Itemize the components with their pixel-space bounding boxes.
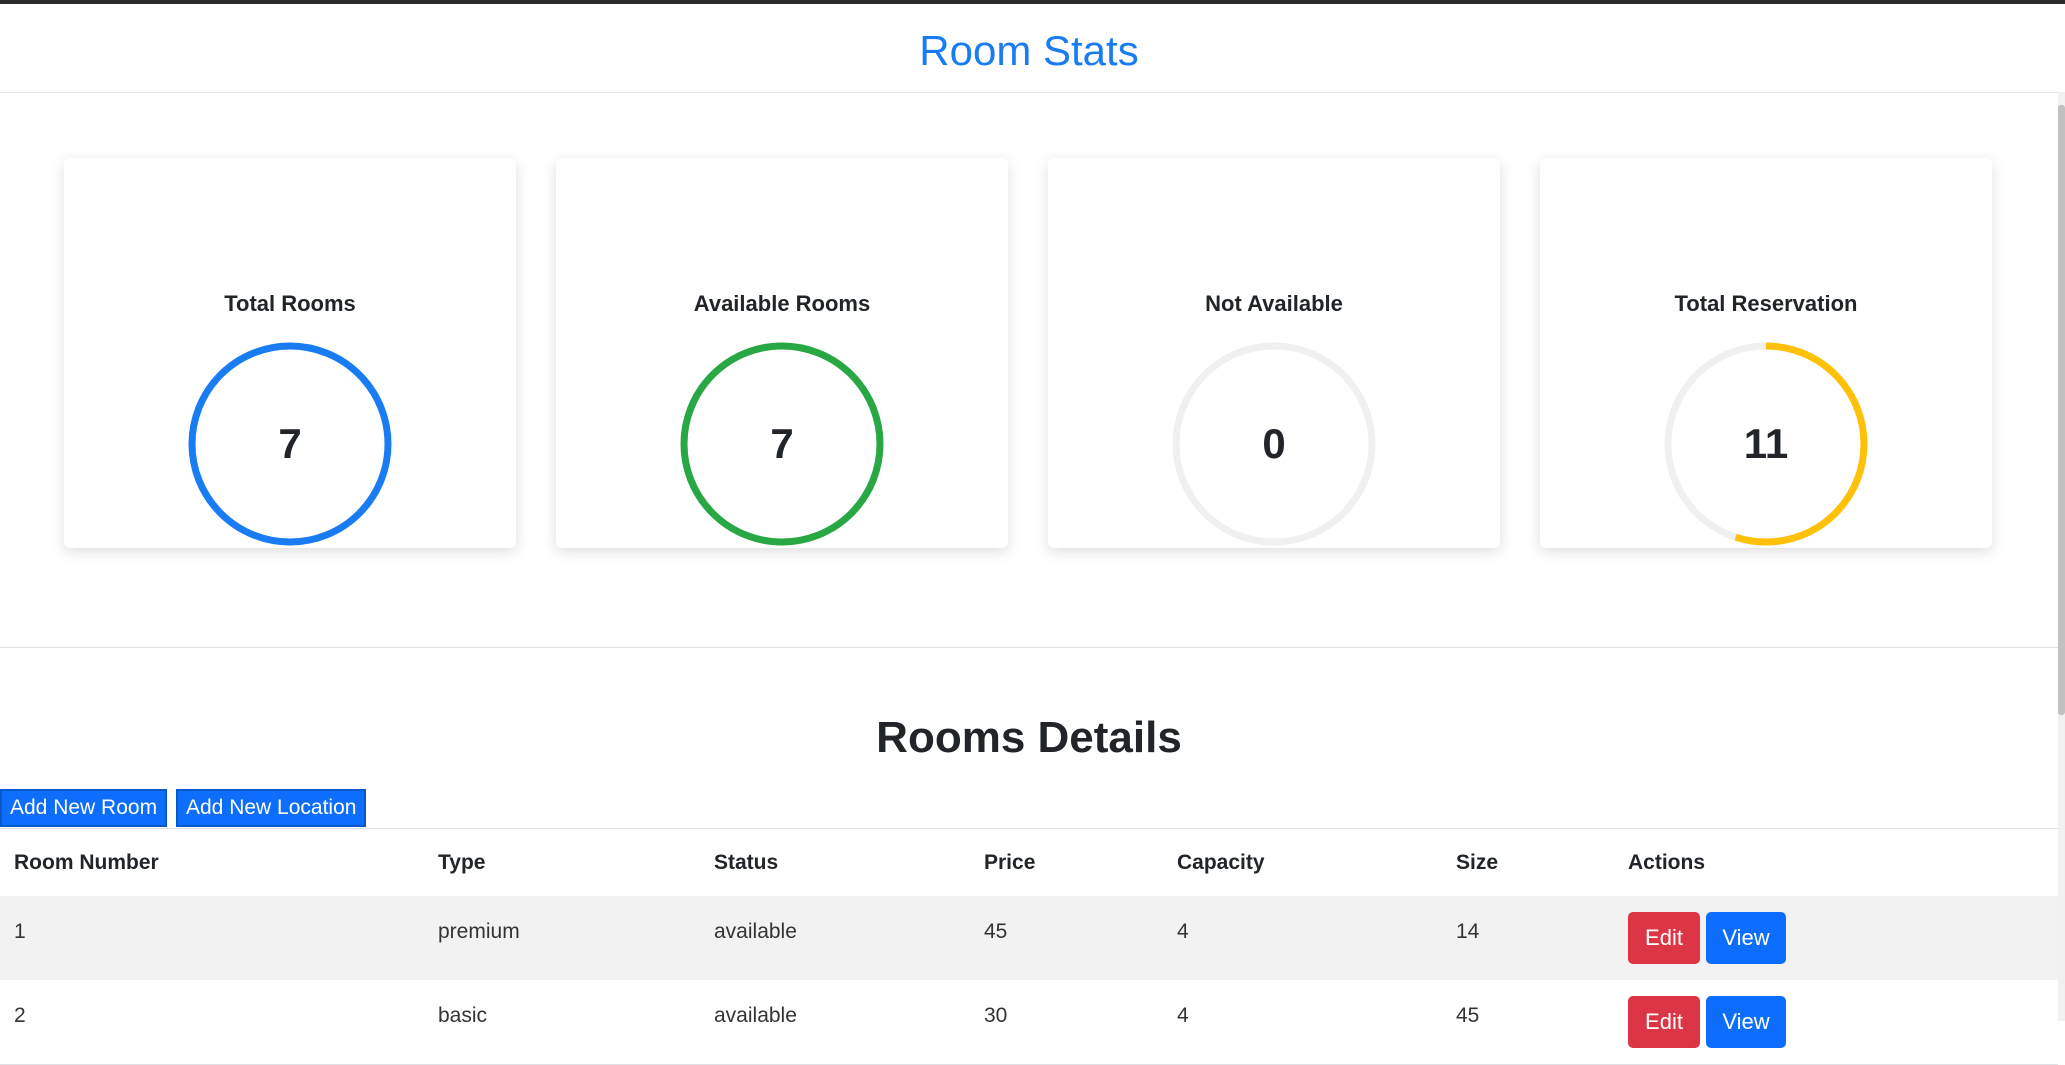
stat-gauge-total-rooms: 7 xyxy=(188,342,392,546)
edit-button[interactable]: Edit xyxy=(1628,996,1700,1048)
view-button[interactable]: View xyxy=(1706,996,1786,1048)
stat-gauge-not-available: 0 xyxy=(1172,342,1376,546)
column-header-type[interactable]: Type xyxy=(438,851,485,875)
stat-value: 0 xyxy=(1262,420,1285,467)
stat-card-available-rooms: Available Rooms 7 xyxy=(556,158,1008,548)
cell-type: premium xyxy=(438,920,520,943)
cell-size: 14 xyxy=(1456,920,1480,943)
stat-gauge-total-reservation: 11 xyxy=(1664,342,1868,546)
cell-capacity: 4 xyxy=(1177,1004,1189,1027)
column-header-size[interactable]: Size xyxy=(1456,851,1498,875)
stat-value: 7 xyxy=(770,420,793,467)
add-new-room-button[interactable]: Add New Room xyxy=(0,789,168,827)
cell-size: 45 xyxy=(1456,1004,1480,1027)
column-header-room-number[interactable]: Room Number xyxy=(14,851,159,875)
cell-capacity: 4 xyxy=(1177,920,1189,943)
view-button[interactable]: View xyxy=(1706,912,1786,964)
edit-button[interactable]: Edit xyxy=(1628,912,1700,964)
page-title: Room Stats xyxy=(919,27,1139,74)
column-header-price[interactable]: Price xyxy=(984,851,1035,875)
rooms-details-title: Rooms Details xyxy=(876,713,1182,762)
scrollbar-thumb[interactable] xyxy=(2058,105,2065,715)
stat-value: 7 xyxy=(278,420,301,467)
cell-room-number: 2 xyxy=(14,1004,26,1027)
stat-value: 11 xyxy=(1744,420,1788,467)
cell-price: 30 xyxy=(984,1004,1008,1027)
page-header: Room Stats xyxy=(0,4,2058,93)
stats-section: Total Rooms 7 Available Rooms 7 Not Avai… xyxy=(0,92,2058,648)
cell-price: 45 xyxy=(984,920,1008,943)
add-new-location-button[interactable]: Add New Location xyxy=(176,789,367,827)
cell-room-number: 1 xyxy=(14,920,26,943)
table-row: 2 basic available 30 4 45 Edit View xyxy=(0,980,2058,1065)
stat-card-total-rooms: Total Rooms 7 xyxy=(64,158,516,548)
table-row: 1 premium available 45 4 14 Edit View xyxy=(0,896,2058,981)
stat-card-total-reservation: Total Reservation 11 xyxy=(1540,158,1992,548)
cell-status: available xyxy=(714,920,797,943)
table-header-row: Room Number Type Status Price Capacity S… xyxy=(0,828,2058,899)
cell-type: basic xyxy=(438,1004,488,1027)
column-header-capacity[interactable]: Capacity xyxy=(1177,851,1265,875)
column-header-status[interactable]: Status xyxy=(714,851,778,875)
stat-gauge-available-rooms: 7 xyxy=(680,342,884,546)
stat-card-not-available: Not Available 0 xyxy=(1048,158,1500,548)
column-header-actions: Actions xyxy=(1628,851,1706,874)
cell-status: available xyxy=(714,1004,797,1027)
